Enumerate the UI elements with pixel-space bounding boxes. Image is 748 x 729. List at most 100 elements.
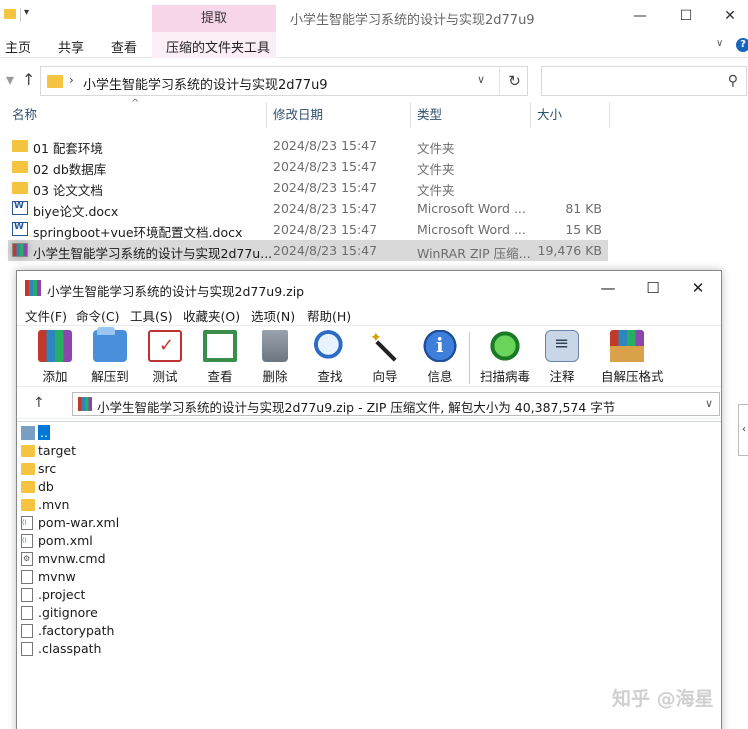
column-divider[interactable]	[609, 102, 610, 128]
list-item-label: .mvn	[38, 497, 70, 512]
file-row[interactable]: 03 论文文档 2024/8/23 15:47 文件夹	[8, 177, 608, 198]
column-header-type[interactable]: 类型	[417, 104, 442, 126]
list-item[interactable]: mvnw.cmd	[21, 550, 321, 568]
file-row[interactable]: 02 db数据库 2024/8/23 15:47 文件夹	[8, 156, 608, 177]
list-item[interactable]: db	[21, 478, 321, 496]
winrar-icon	[78, 397, 92, 411]
comment-button[interactable]: 注释	[536, 330, 588, 386]
file-row-selected[interactable]: 小学生智能学习系统的设计与实现2d77u... 2024/8/23 15:47 …	[8, 240, 608, 261]
chevron-down-icon[interactable]: ∨	[705, 397, 713, 410]
menu-bar: 文件(F) 命令(C) 工具(S) 收藏夹(O) 选项(N) 帮助(H)	[17, 304, 721, 324]
magic-wand-icon	[368, 330, 402, 362]
tab-compressed-folder-tools[interactable]: 压缩的文件夹工具	[166, 37, 270, 56]
extract-to-button[interactable]: 解压到	[84, 327, 136, 386]
column-divider[interactable]	[410, 102, 411, 128]
add-button[interactable]: 添加	[29, 330, 81, 386]
word-icon	[12, 201, 28, 215]
list-item[interactable]: mvnw	[21, 568, 321, 586]
file-type: 文件夹	[417, 162, 455, 177]
column-header-date[interactable]: 修改日期	[273, 104, 323, 126]
folder-icon	[12, 161, 28, 173]
refresh-icon[interactable]: ↻	[499, 67, 529, 95]
file-type: Microsoft Word ...	[417, 222, 526, 237]
tab-home[interactable]: 主页	[5, 37, 31, 56]
wizard-button[interactable]: 向导	[359, 330, 411, 386]
file-type: Microsoft Word ...	[417, 201, 526, 216]
bug-icon	[488, 330, 522, 362]
menu-commands[interactable]: 命令(C)	[76, 306, 119, 325]
comment-label: 注释	[549, 369, 575, 384]
quick-access-separator	[20, 8, 21, 22]
menu-favorites[interactable]: 收藏夹(O)	[183, 306, 240, 325]
up-icon[interactable]: ↑	[22, 70, 35, 89]
menu-help[interactable]: 帮助(H)	[307, 306, 351, 325]
file-date: 2024/8/23 15:47	[273, 180, 378, 195]
list-item[interactable]: .gitignore	[21, 604, 321, 622]
file-name: springboot+vue环境配置文档.docx	[33, 225, 243, 240]
file-row[interactable]: 01 配套环境 2024/8/23 15:47 文件夹	[8, 135, 608, 156]
archive-path-dropdown[interactable]: 小学生智能学习系统的设计与实现2d77u9.zip - ZIP 压缩文件, 解包…	[72, 392, 720, 416]
back-icon[interactable]: ▾	[6, 70, 14, 89]
list-item[interactable]: .classpath	[21, 640, 321, 658]
info-button[interactable]: 信息	[414, 330, 466, 386]
minimize-button[interactable]: —	[630, 6, 650, 26]
help-icon[interactable]: ?	[736, 38, 748, 52]
delete-button[interactable]: 删除	[249, 330, 301, 386]
list-item[interactable]: pom-war.xml	[21, 514, 321, 532]
tab-share[interactable]: 共享	[58, 37, 84, 56]
list-item[interactable]: target	[21, 442, 321, 460]
address-bar[interactable]: › 小学生智能学习系统的设计与实现2d77u9 ∨ ↻	[40, 66, 528, 96]
view-button[interactable]: 查看	[194, 330, 246, 386]
list-item[interactable]: src	[21, 460, 321, 478]
sfx-button[interactable]: 自解压格式	[601, 330, 664, 386]
list-item[interactable]: ..	[21, 424, 321, 442]
column-header-name[interactable]: 名称	[12, 104, 37, 126]
list-item-label: pom-war.xml	[38, 515, 120, 530]
menu-tools[interactable]: 工具(S)	[130, 306, 173, 325]
list-item-label: .classpath	[38, 641, 102, 656]
archive-file-list[interactable]: .. target src db .mvn pom-war.xml pom.xm…	[17, 421, 721, 729]
file-row[interactable]: springboot+vue环境配置文档.docx 2024/8/23 15:4…	[8, 219, 608, 240]
minimize-button[interactable]: —	[597, 277, 619, 299]
maximize-button[interactable]: ☐	[676, 6, 696, 26]
column-divider[interactable]	[530, 102, 531, 128]
list-item[interactable]: .project	[21, 586, 321, 604]
tab-extract[interactable]: 提取	[152, 5, 276, 32]
folder-icon	[21, 445, 35, 457]
info-label: 信息	[427, 369, 453, 384]
list-item-label: .gitignore	[38, 605, 98, 620]
search-input[interactable]: ⚲	[541, 66, 747, 96]
extract-label: 解压到	[91, 369, 129, 384]
test-button[interactable]: 测试	[139, 330, 191, 386]
tab-view[interactable]: 查看	[111, 37, 137, 56]
chevron-right-icon[interactable]: ›	[69, 73, 74, 87]
quick-access-dropdown-icon[interactable]: ▾	[24, 7, 29, 18]
column-divider[interactable]	[266, 102, 267, 128]
winrar-icon	[12, 243, 28, 257]
folder-icon	[12, 140, 28, 152]
menu-options[interactable]: 选项(N)	[251, 306, 295, 325]
find-button[interactable]: 查找	[304, 330, 356, 386]
list-item[interactable]: pom.xml	[21, 532, 321, 550]
list-item[interactable]: .factorypath	[21, 622, 321, 640]
column-header-size[interactable]: 大小	[537, 104, 562, 126]
maximize-button[interactable]: ☐	[642, 277, 664, 299]
comment-icon	[545, 330, 579, 362]
breadcrumb[interactable]: 小学生智能学习系统的设计与实现2d77u9	[83, 74, 328, 93]
menu-file[interactable]: 文件(F)	[25, 306, 67, 325]
up-arrow-icon[interactable]: ↑	[33, 395, 45, 411]
virus-scan-button[interactable]: 扫描病毒	[479, 330, 531, 386]
close-button[interactable]: ✕	[720, 6, 740, 26]
ribbon-expand-icon[interactable]: ∨	[716, 38, 723, 49]
info-icon	[423, 330, 457, 362]
address-dropdown-icon[interactable]: ∨	[477, 73, 485, 86]
file-row[interactable]: biye论文.docx 2024/8/23 15:47 Microsoft Wo…	[8, 198, 608, 219]
up-folder-icon	[21, 426, 35, 440]
list-item[interactable]: .mvn	[21, 496, 321, 514]
file-name: 01 配套环境	[33, 141, 103, 156]
close-button[interactable]: ✕	[687, 277, 709, 299]
quick-access-folder-icon[interactable]	[4, 9, 16, 19]
test-icon	[148, 330, 182, 362]
list-item-label: mvnw	[38, 569, 76, 584]
collapse-panel-icon[interactable]: ‹	[738, 404, 748, 456]
